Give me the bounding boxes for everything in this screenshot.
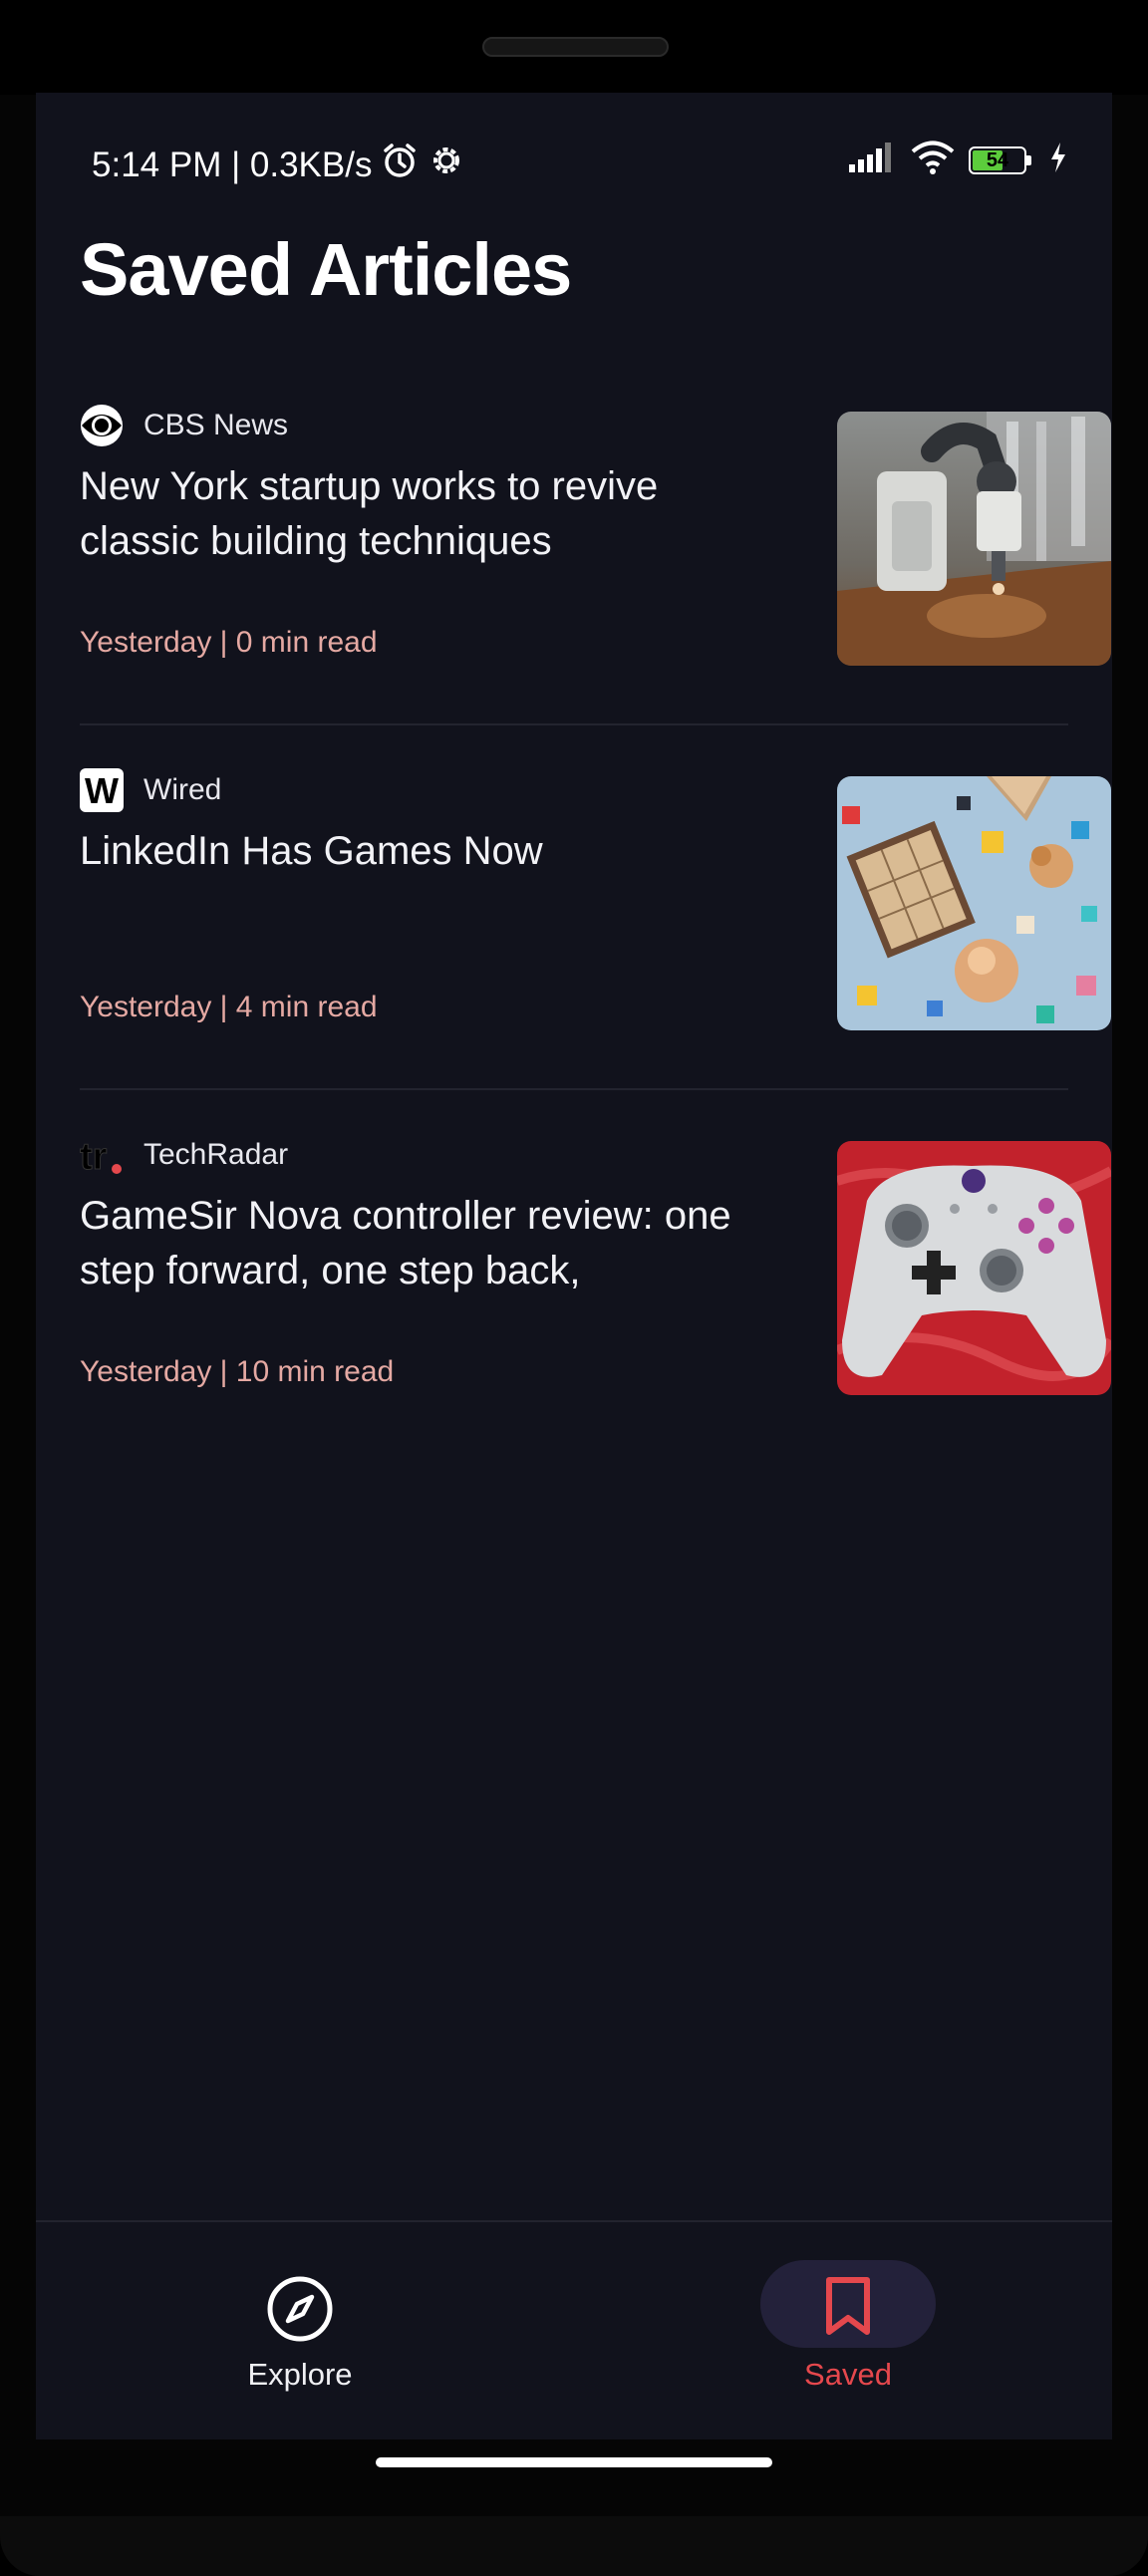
signal-icon (847, 141, 897, 183)
settings-gear-icon (428, 142, 465, 188)
bookmark-icon (823, 2276, 873, 2341)
svg-text:W: W (85, 770, 119, 811)
article-headline[interactable]: New York startup works to revive classic… (80, 459, 757, 569)
article-source-row: W Wired (80, 766, 221, 814)
article-thumbnail-controller[interactable] (837, 1141, 1111, 1395)
phone-bezel-top (0, 0, 1148, 95)
article-thumbnail-puzzles[interactable] (837, 776, 1111, 1030)
cbs-eye-logo-icon (80, 404, 124, 447)
article-source-row: CBS News (80, 402, 288, 449)
article-headline[interactable]: GameSir Nova controller review: one step… (80, 1189, 757, 1298)
bottom-navigation: Explore Saved (36, 2220, 1112, 2439)
wired-w-logo-icon: W (80, 768, 124, 812)
status-left: 5:14 PM | 0.3KB/s (92, 141, 465, 189)
article-source-name: CBS News (144, 409, 289, 441)
status-bar: 5:14 PM | 0.3KB/s 54 (92, 133, 1068, 192)
status-right: 54 (847, 141, 1068, 183)
phone-bezel-bottom (0, 2516, 1148, 2576)
article-source-name: TechRadar (144, 1138, 289, 1171)
app-screen: 5:14 PM | 0.3KB/s 54 Saved Articles CBS … (36, 93, 1112, 2439)
article-divider (80, 723, 1068, 725)
nav-item-explore[interactable]: Explore (175, 2222, 425, 2439)
article-item-techradar[interactable]: tr TechRadar GameSir Nova controller rev… (80, 1131, 1111, 1455)
battery-level: 54 (986, 148, 1009, 171)
article-source-name: Wired (144, 773, 222, 806)
article-source-row: tr TechRadar (80, 1131, 288, 1179)
article-item-cbs[interactable]: CBS News New York startup works to reviv… (80, 402, 1111, 725)
article-meta: Yesterday | 0 min read (80, 626, 378, 659)
nav-label-explore: Explore (247, 2357, 353, 2392)
article-item-wired[interactable]: W Wired LinkedIn Has Games Now Yesterday… (80, 766, 1111, 1090)
techradar-logo-icon: tr (80, 1133, 124, 1177)
article-headline[interactable]: LinkedIn Has Games Now (80, 824, 757, 879)
article-meta: Yesterday | 4 min read (80, 991, 378, 1023)
svg-text:tr: tr (80, 1136, 108, 1177)
home-indicator-bar[interactable] (376, 2457, 772, 2467)
nav-item-saved[interactable]: Saved (723, 2222, 973, 2439)
article-meta: Yesterday | 10 min read (80, 1355, 395, 1388)
earpiece-speaker (482, 37, 669, 57)
compass-icon (265, 2274, 335, 2349)
article-thumbnail-robot-arm[interactable] (837, 412, 1111, 666)
article-divider (80, 1088, 1068, 1090)
page-title: Saved Articles (80, 228, 572, 311)
phone-frame: 5:14 PM | 0.3KB/s 54 Saved Articles CBS … (0, 0, 1148, 2576)
wifi-icon (911, 141, 955, 183)
battery-icon: 54 (969, 145, 1034, 178)
alarm-icon (380, 141, 420, 189)
status-time-speed: 5:14 PM | 0.3KB/s (92, 144, 373, 184)
nav-label-saved: Saved (804, 2357, 892, 2392)
charging-bolt-icon (1048, 142, 1068, 182)
